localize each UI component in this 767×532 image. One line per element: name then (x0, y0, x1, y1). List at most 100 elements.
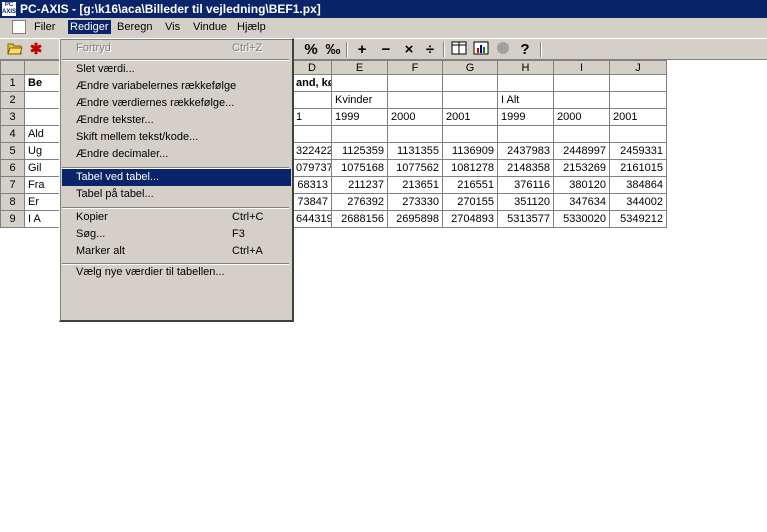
column-header-f[interactable]: F (387, 60, 443, 75)
column-header-j[interactable]: J (609, 60, 667, 75)
cell[interactable]: 270155 (442, 193, 498, 211)
cell[interactable] (553, 91, 610, 109)
cell[interactable]: 1131355 (387, 142, 443, 160)
cell[interactable]: 2161015 (609, 159, 667, 177)
cell[interactable]: 376116 (497, 176, 554, 194)
cell[interactable]: 1075168 (331, 159, 388, 177)
cell[interactable]: 1081278 (442, 159, 498, 177)
cell[interactable] (553, 74, 610, 92)
row-header[interactable]: 2 (0, 91, 25, 109)
corner-cell[interactable] (0, 60, 25, 75)
menu-item[interactable]: Marker alt Ctrl+A (62, 243, 291, 260)
pie-icon[interactable] (494, 41, 512, 58)
percent-button[interactable]: % (302, 41, 320, 58)
column-header-d[interactable]: D (292, 60, 332, 75)
cell[interactable]: 2448997 (553, 142, 610, 160)
cell[interactable]: 2688156 (331, 210, 388, 228)
cell[interactable]: 1999 (497, 108, 554, 126)
menu-item[interactable]: Ændre variabelernes rækkefølge (62, 78, 291, 95)
menu-item[interactable]: Tabel ved tabel... (62, 169, 291, 186)
cell[interactable]: 2000 (553, 108, 610, 126)
menu-item[interactable]: Ændre tekster... (62, 112, 291, 129)
cell[interactable] (442, 74, 498, 92)
cell[interactable] (442, 91, 498, 109)
cell[interactable]: Kvinder (331, 91, 388, 109)
cell[interactable]: 2148358 (497, 159, 554, 177)
divide-button[interactable]: ÷ (421, 41, 439, 58)
cell[interactable]: 68313 (292, 176, 332, 194)
cell[interactable]: 1136909 (442, 142, 498, 160)
cell[interactable]: 322422 (292, 142, 332, 160)
cell[interactable] (387, 91, 443, 109)
multiply-button[interactable]: × (400, 41, 418, 58)
folder-open-icon[interactable] (6, 41, 24, 58)
add-button[interactable]: + (353, 41, 371, 58)
cell[interactable]: 2153269 (553, 159, 610, 177)
cell[interactable]: 380120 (553, 176, 610, 194)
help-icon[interactable]: ? (516, 41, 534, 58)
cell[interactable] (497, 125, 554, 143)
cell[interactable]: 5330020 (553, 210, 610, 228)
menu-item[interactable]: Ændre decimaler... (62, 146, 291, 163)
cell[interactable] (442, 125, 498, 143)
menu-item[interactable]: Tabel på tabel... (62, 186, 291, 203)
cell[interactable]: 5313577 (497, 210, 554, 228)
cell[interactable] (609, 125, 667, 143)
cell[interactable]: 1 (292, 108, 332, 126)
menu-item[interactable]: Kopier Ctrl+C (62, 209, 291, 226)
cell[interactable] (387, 74, 443, 92)
cell[interactable]: I Alt (497, 91, 554, 109)
row-header[interactable]: 8 (0, 193, 25, 211)
cell[interactable] (609, 74, 667, 92)
row-header[interactable]: 5 (0, 142, 25, 160)
cell[interactable]: 1077562 (387, 159, 443, 177)
cell[interactable]: 2000 (387, 108, 443, 126)
cell[interactable] (553, 125, 610, 143)
cell[interactable] (497, 74, 554, 92)
row-header[interactable]: 7 (0, 176, 25, 194)
cell[interactable]: 2704893 (442, 210, 498, 228)
row-header[interactable]: 1 (0, 74, 25, 92)
cell[interactable]: 5349212 (609, 210, 667, 228)
document-icon[interactable] (12, 20, 26, 34)
bar-chart-icon[interactable] (472, 41, 490, 58)
cell[interactable] (331, 74, 388, 92)
menu-vis[interactable]: Vis (165, 21, 180, 33)
cell[interactable] (292, 125, 332, 143)
cell[interactable]: 2437983 (497, 142, 554, 160)
cell[interactable] (609, 91, 667, 109)
column-header-e[interactable]: E (331, 60, 388, 75)
cell[interactable]: 2695898 (387, 210, 443, 228)
cell[interactable] (292, 91, 332, 109)
cell[interactable] (331, 125, 388, 143)
column-header-i[interactable]: I (553, 60, 610, 75)
cell[interactable]: 347634 (553, 193, 610, 211)
menu-item[interactable]: Vælg nye værdier til tabellen... (62, 264, 291, 281)
cell[interactable]: and, køn og tid. (292, 74, 332, 92)
cell[interactable]: 1999 (331, 108, 388, 126)
row-header[interactable]: 9 (0, 210, 25, 228)
menu-item[interactable]: Slet værdi... (62, 61, 291, 78)
cell[interactable]: 384864 (609, 176, 667, 194)
subtract-button[interactable]: − (377, 41, 395, 58)
row-header[interactable]: 3 (0, 108, 25, 126)
cell[interactable]: 1125359 (331, 142, 388, 160)
table-icon[interactable] (450, 41, 468, 58)
cell[interactable]: 644319 (292, 210, 332, 228)
cell[interactable]: 211237 (331, 176, 388, 194)
cell[interactable] (387, 125, 443, 143)
menu-item[interactable]: Skift mellem tekst/kode... (62, 129, 291, 146)
cell[interactable]: 73847 (292, 193, 332, 211)
menu-item[interactable]: Søg... F3 (62, 226, 291, 243)
pcaxis-app-icon[interactable]: PC AXIS (2, 2, 16, 16)
cell[interactable]: 351120 (497, 193, 554, 211)
row-header[interactable]: 4 (0, 125, 25, 143)
cell[interactable]: 216551 (442, 176, 498, 194)
cell[interactable]: 344002 (609, 193, 667, 211)
permille-button[interactable]: ‰ (324, 41, 342, 58)
asterisk-icon[interactable]: ✱ (28, 41, 44, 58)
row-header[interactable]: 6 (0, 159, 25, 177)
cell[interactable]: 2001 (442, 108, 498, 126)
cell[interactable]: 276392 (331, 193, 388, 211)
cell[interactable]: 2001 (609, 108, 667, 126)
